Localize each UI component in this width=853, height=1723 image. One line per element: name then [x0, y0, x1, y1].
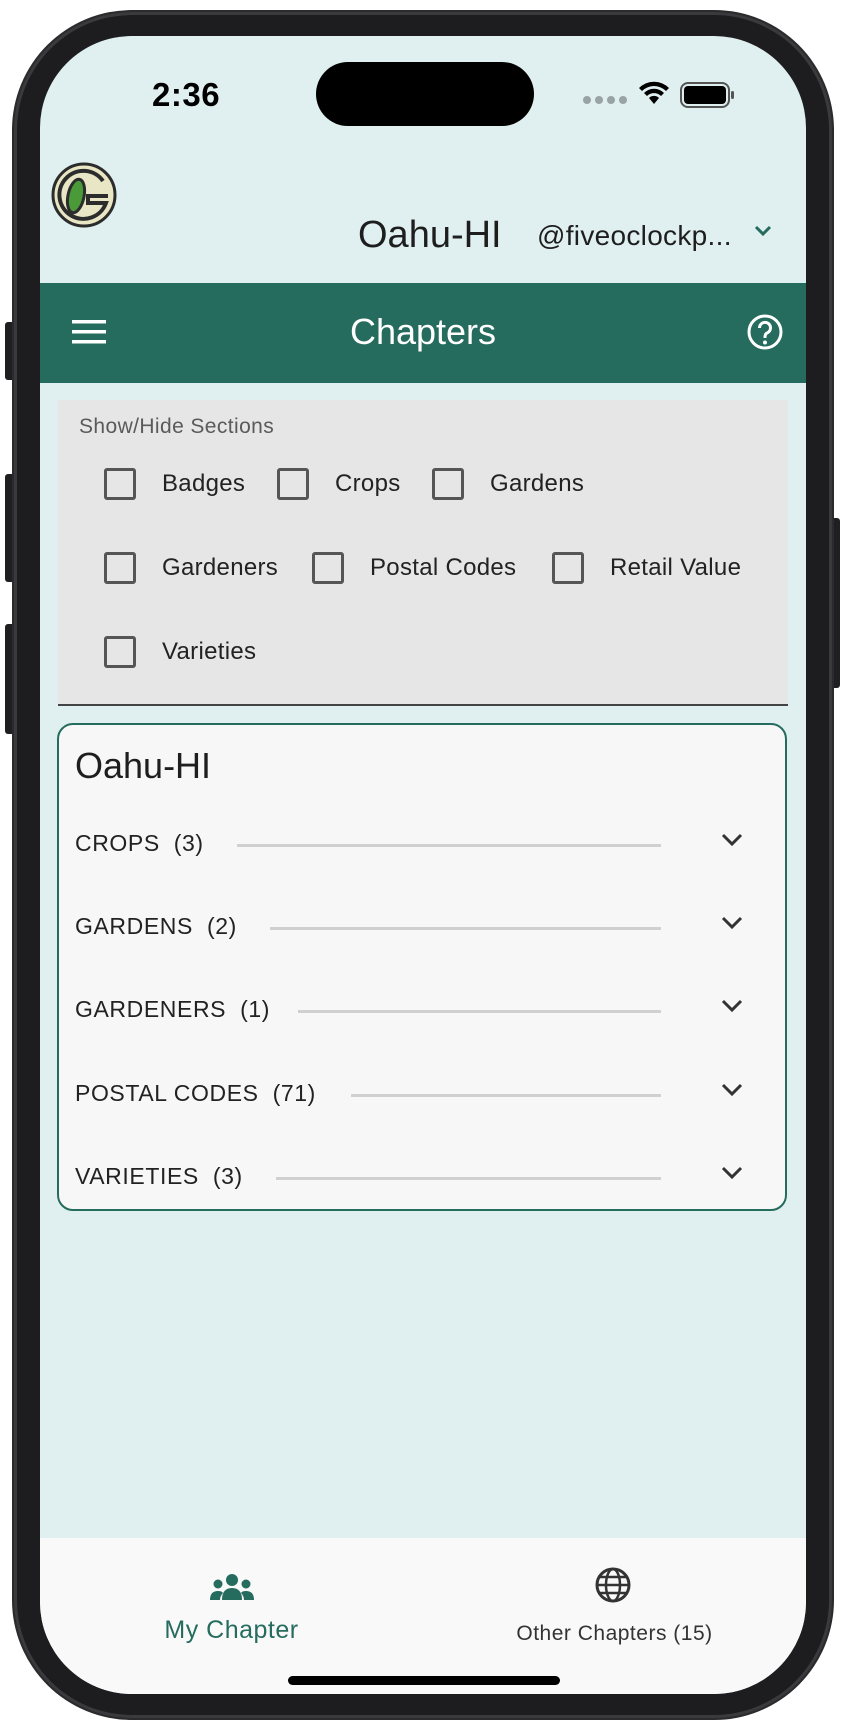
section-row-gardens[interactable]: GARDENS (2)	[75, 907, 769, 947]
checkbox-label: Retail Value	[610, 554, 742, 581]
checkbox-crops[interactable]: Crops	[277, 464, 401, 504]
checkbox-retail-value[interactable]: Retail Value	[552, 548, 741, 588]
chevron-down-icon[interactable]	[720, 915, 744, 931]
section-divider	[298, 1010, 661, 1013]
checkbox-label: Badges	[162, 470, 246, 497]
section-row-varieties[interactable]: VARIETIES (3)	[75, 1157, 769, 1197]
checkbox-box[interactable]	[104, 468, 136, 500]
app-logo	[51, 162, 117, 228]
section-label: CROPS (3)	[75, 830, 204, 856]
show-hide-sections-panel: Show/Hide Sections Badges Crops Gardens …	[58, 400, 788, 706]
checkbox-box[interactable]	[104, 552, 136, 584]
home-indicator	[288, 1676, 560, 1685]
bottom-navigation: My Chapter Other Chapters (15)	[40, 1538, 806, 1694]
checkbox-gardens[interactable]: Gardens	[432, 464, 584, 504]
section-row-gardeners[interactable]: GARDENERS (1)	[75, 990, 769, 1030]
status-time: 2:36	[152, 76, 221, 113]
section-label: GARDENERS (1)	[75, 996, 270, 1022]
checkbox-box[interactable]	[104, 636, 136, 668]
dynamic-island	[316, 62, 534, 126]
checkbox-label: Gardeners	[162, 554, 279, 581]
globe-icon	[595, 1567, 631, 1603]
current-chapter-name: Oahu-HI	[358, 214, 502, 256]
help-circle-icon[interactable]	[746, 313, 784, 351]
status-bar: 2:36	[40, 36, 806, 156]
group-icon	[210, 1574, 254, 1600]
panel-label: Show/Hide Sections	[79, 415, 275, 438]
nav-my-chapter[interactable]: My Chapter	[40, 1538, 423, 1694]
checkbox-box[interactable]	[552, 552, 584, 584]
nav-other-chapters[interactable]: Other Chapters (15)	[423, 1538, 806, 1694]
checkbox-postal-codes[interactable]: Postal Codes	[312, 548, 516, 588]
section-divider	[237, 844, 661, 847]
cellular-signal-icon	[583, 96, 627, 104]
phone-screen: 2:36 Oahu-HI @fiveoclockp... Chapters Sh…	[40, 36, 806, 1694]
chevron-down-icon[interactable]	[720, 1082, 744, 1098]
checkbox-varieties[interactable]: Varieties	[104, 632, 256, 672]
section-label: POSTAL CODES (71)	[75, 1080, 316, 1106]
checkbox-badges[interactable]: Badges	[104, 464, 245, 504]
chevron-down-icon[interactable]	[720, 1165, 744, 1181]
section-divider	[276, 1177, 661, 1180]
section-label: GARDENS (2)	[75, 913, 237, 939]
chevron-down-icon[interactable]	[720, 998, 744, 1014]
device-stage: 2:36 Oahu-HI @fiveoclockp... Chapters Sh…	[0, 0, 853, 1723]
battery-icon	[680, 82, 734, 108]
wifi-icon	[639, 81, 669, 104]
section-row-crops[interactable]: CROPS (3)	[75, 824, 769, 864]
toolbar-title: Chapters	[349, 311, 497, 352]
checkbox-box[interactable]	[432, 468, 464, 500]
toolbar: Chapters	[40, 283, 806, 383]
checkbox-gardeners[interactable]: Gardeners	[104, 548, 278, 588]
checkbox-label: Postal Codes	[370, 554, 517, 581]
checkbox-box[interactable]	[277, 468, 309, 500]
section-label: VARIETIES (3)	[75, 1163, 243, 1189]
chevron-down-icon[interactable]	[753, 224, 773, 238]
checkbox-label: Gardens	[490, 470, 585, 497]
chapter-card: Oahu-HI CROPS (3) GARDENS (2) GARDENERS …	[57, 723, 787, 1211]
user-handle[interactable]: @fiveoclockp...	[537, 220, 732, 252]
section-divider	[351, 1094, 661, 1097]
chapter-card-title: Oahu-HI	[75, 745, 212, 786]
nav-label: My Chapter	[164, 1616, 299, 1644]
nav-label: Other Chapters (15)	[516, 1622, 713, 1645]
section-row-postal-codes[interactable]: POSTAL CODES (71)	[75, 1074, 769, 1114]
checkbox-box[interactable]	[312, 552, 344, 584]
checkbox-label: Varieties	[162, 638, 257, 665]
checkbox-label: Crops	[335, 470, 401, 497]
chevron-down-icon[interactable]	[720, 832, 744, 848]
section-divider	[270, 927, 661, 930]
